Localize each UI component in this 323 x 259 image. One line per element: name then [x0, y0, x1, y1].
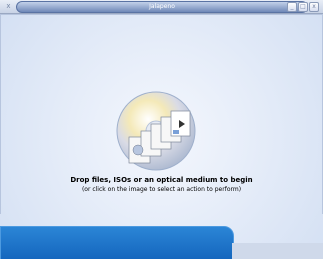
- maximize-button[interactable]: □: [298, 2, 308, 12]
- drop-instruction: Drop files, ISOs or an optical medium to…: [70, 176, 253, 184]
- optical-disc-icon: [116, 91, 196, 171]
- close-button[interactable]: x: [309, 2, 319, 12]
- window-close-icon-left[interactable]: x: [3, 2, 14, 11]
- bottom-panel: [0, 226, 234, 259]
- drop-subinstruction: (or click on the image to select an acti…: [81, 186, 242, 193]
- window-title: Jalapeno: [149, 3, 175, 10]
- app-window: x Jalapeno _ □ x Drop files, ISOs or an …: [0, 0, 323, 259]
- title-bar: x Jalapeno _ □ x: [0, 0, 323, 14]
- title-pill: Jalapeno: [16, 1, 308, 13]
- disc-action-image[interactable]: [111, 86, 201, 176]
- minimize-button[interactable]: _: [287, 2, 297, 12]
- bottom-right-area: [232, 243, 323, 259]
